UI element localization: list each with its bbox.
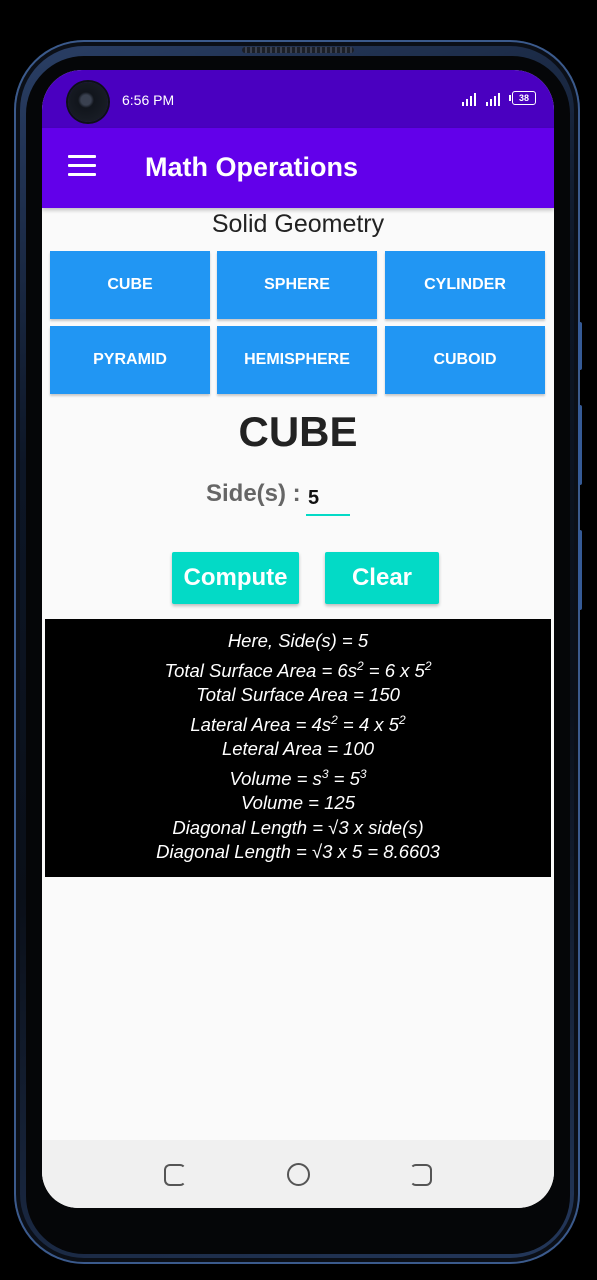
app-title: Math Operations xyxy=(145,152,359,182)
result-line: Leteral Area = 100 xyxy=(221,738,375,760)
section-title: Solid Geometry xyxy=(211,210,385,238)
hemisphere-button[interactable]: HEMISPHERE xyxy=(217,326,377,394)
sphere-button[interactable]: SPHERE xyxy=(217,251,377,319)
front-camera xyxy=(68,82,108,122)
signal-icon xyxy=(486,92,504,106)
result-line: Lateral Area = 4s2 = 4 x 52 xyxy=(190,712,406,735)
volume-up-button xyxy=(578,405,582,485)
result-line: Total Surface Area = 150 xyxy=(196,684,400,706)
home-icon[interactable] xyxy=(287,1163,310,1186)
cylinder-button[interactable]: CYLINDER xyxy=(385,251,545,319)
phone-side-button xyxy=(578,322,582,370)
selected-shape-heading: CUBE xyxy=(238,408,358,455)
result-line: Volume = s3 = 53 xyxy=(229,766,367,789)
hamburger-menu-icon[interactable] xyxy=(68,155,96,177)
status-bar: 6:56 PM 38 xyxy=(42,70,554,128)
side-input[interactable] xyxy=(306,482,350,516)
cube-button[interactable]: CUBE xyxy=(50,251,210,319)
result-panel: Here, Side(s) = 5 Total Surface Area = 6… xyxy=(45,619,551,877)
back-icon[interactable] xyxy=(410,1164,432,1186)
app-bar: Math Operations xyxy=(42,128,554,208)
clear-button[interactable]: Clear xyxy=(325,552,439,604)
result-line: Diagonal Length = √3 x side(s) xyxy=(172,816,424,838)
result-line: Here, Side(s) = 5 xyxy=(227,630,369,651)
screen: 6:56 PM 38 Math Operations Solid Geometr… xyxy=(42,70,554,1208)
speaker-grill xyxy=(242,47,354,53)
pyramid-button[interactable]: PYRAMID xyxy=(50,326,210,394)
cuboid-button[interactable]: CUBOID xyxy=(385,326,545,394)
volume-down-button xyxy=(578,530,582,610)
signal-icon xyxy=(462,92,480,106)
battery-level: 38 xyxy=(518,93,529,103)
side-label: Side(s) : xyxy=(206,480,301,507)
result-line: Diagonal Length = √3 x 5 = 8.6603 xyxy=(156,841,440,863)
status-time: 6:56 PM xyxy=(122,92,175,108)
result-line: Total Surface Area = 6s2 = 6 x 52 xyxy=(164,658,432,681)
battery-icon: 38 xyxy=(509,91,536,105)
result-line: Volume = 125 xyxy=(241,792,355,814)
recents-icon[interactable] xyxy=(164,1164,186,1186)
compute-button[interactable]: Compute xyxy=(172,552,299,604)
